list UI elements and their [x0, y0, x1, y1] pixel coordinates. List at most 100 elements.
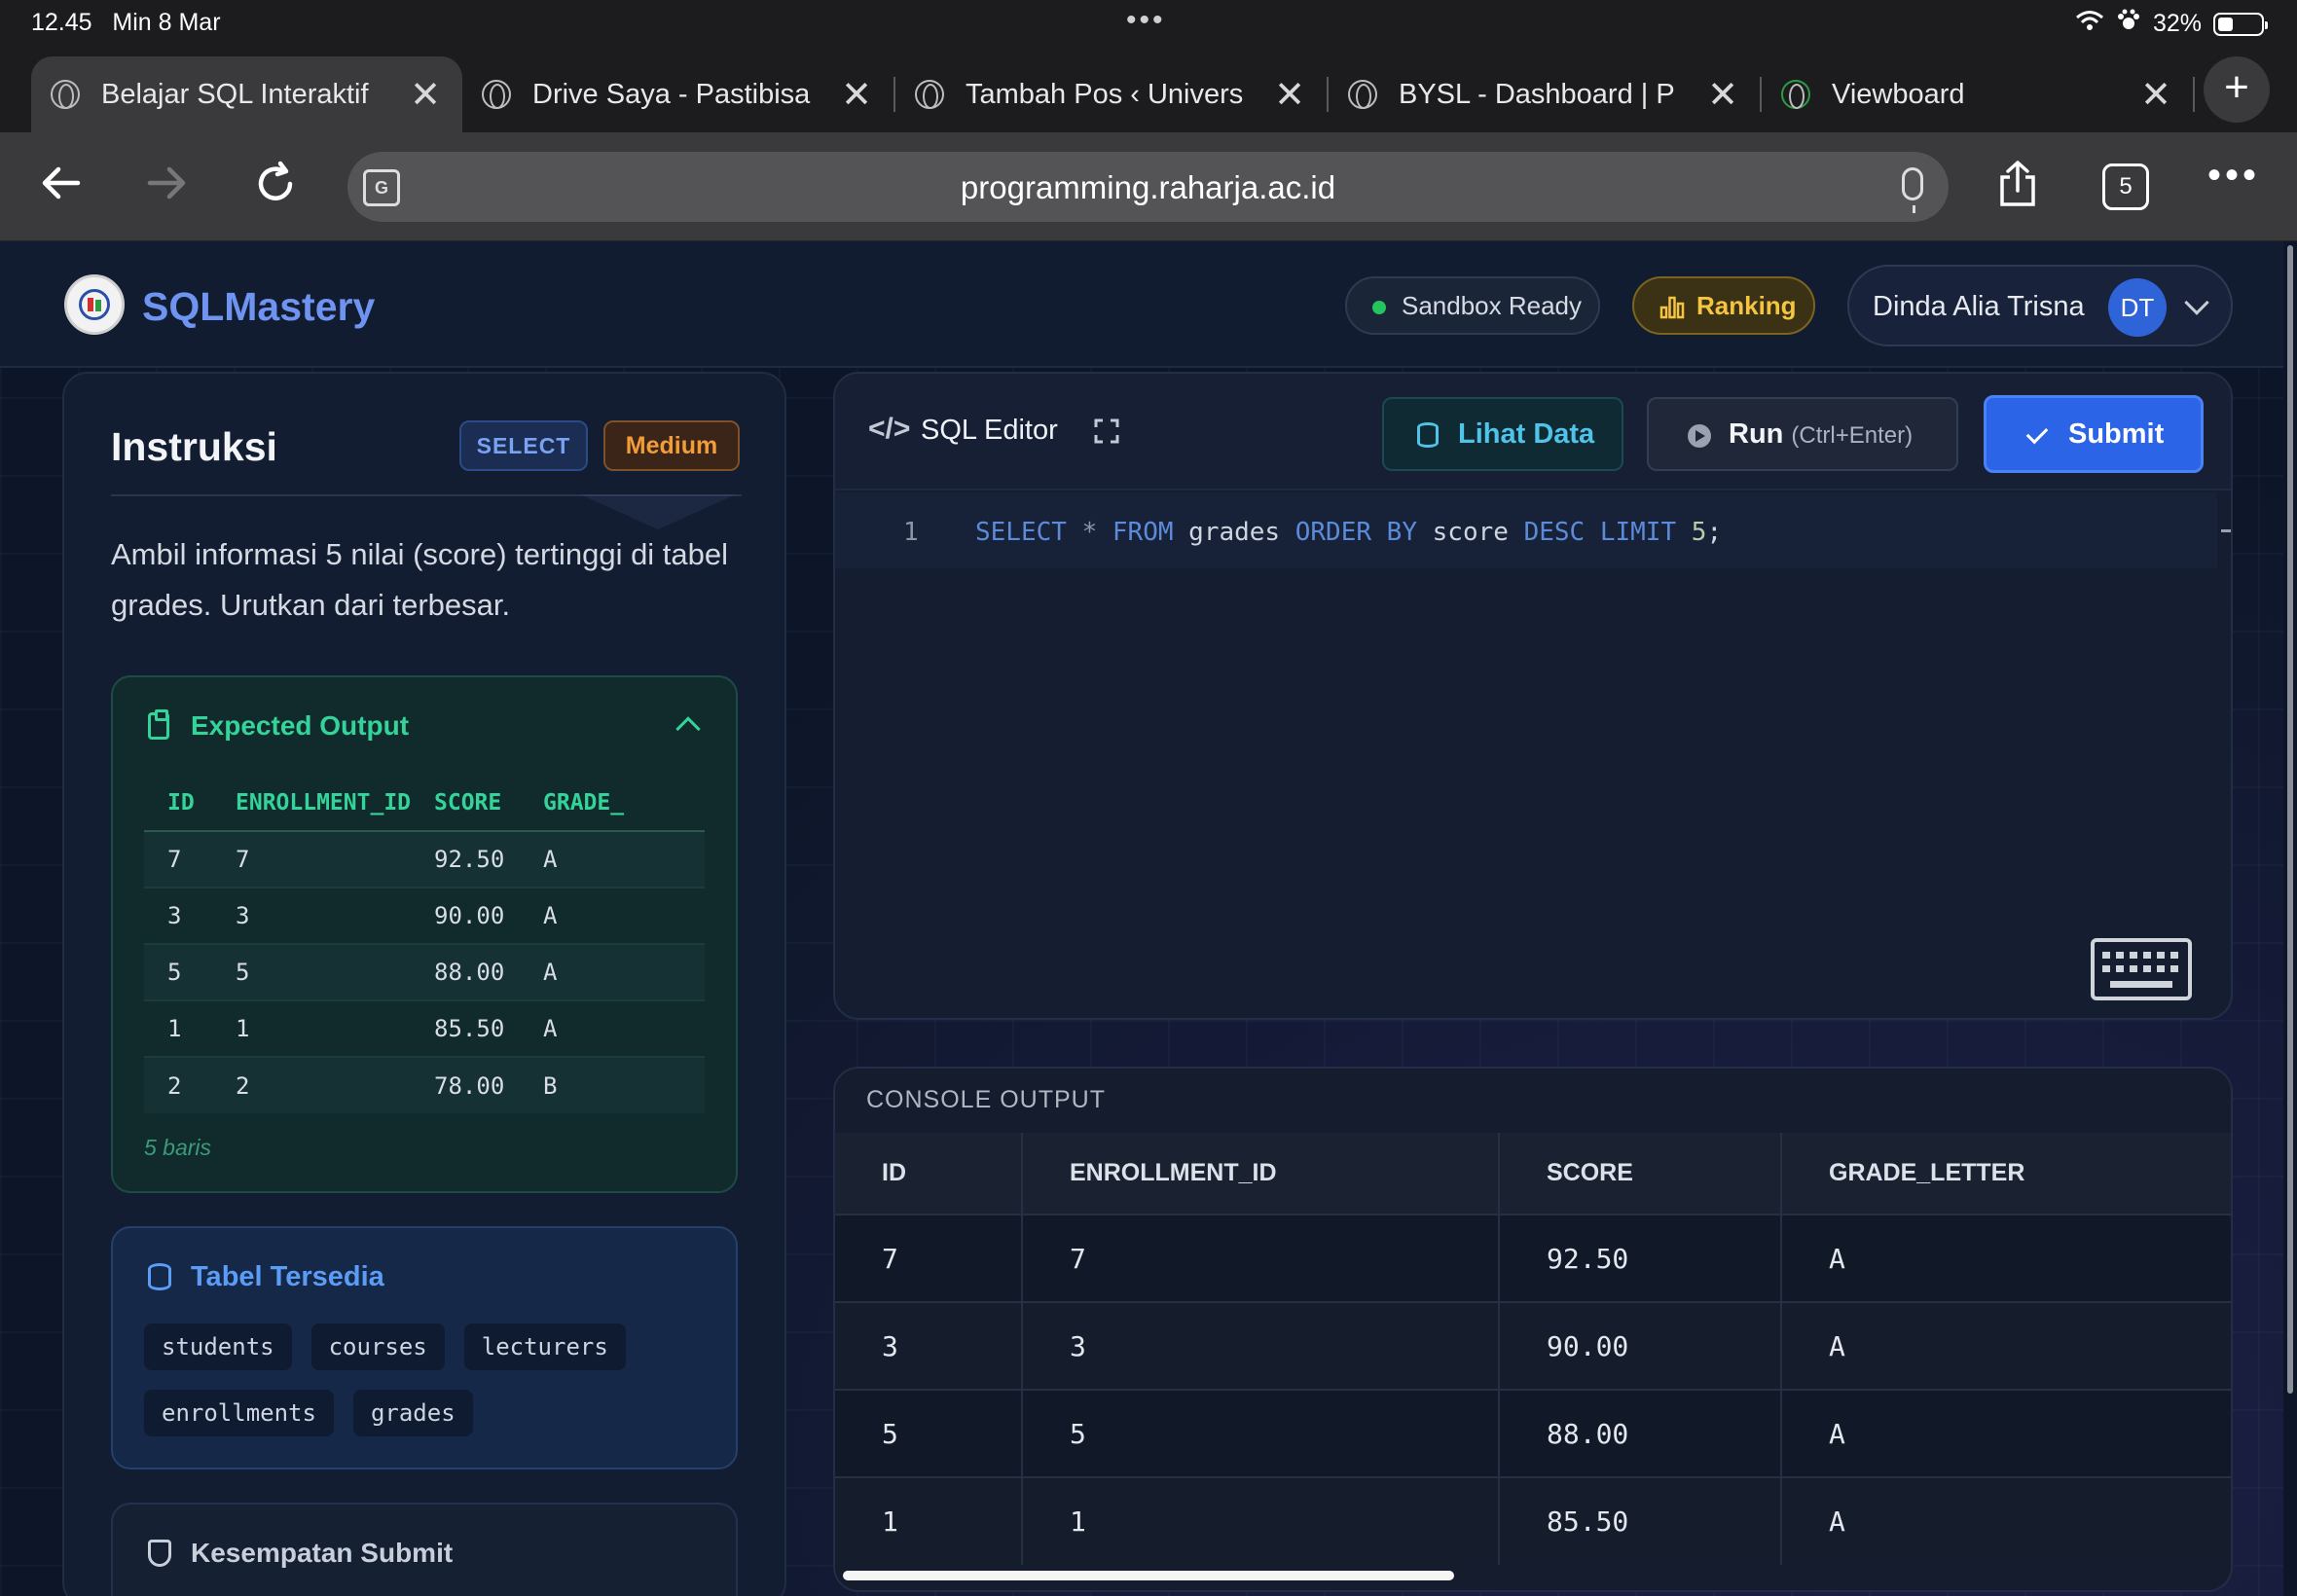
console-title: CONSOLE OUTPUT — [866, 1086, 1106, 1113]
status-dot-icon — [1372, 301, 1386, 314]
wifi-icon — [2075, 10, 2104, 38]
url-text[interactable]: programming.raharja.ac.id — [347, 169, 1949, 206]
table-cell: 92.50 — [1499, 1214, 1782, 1302]
close-tab-icon[interactable]: ✕ — [408, 73, 443, 117]
clipboard-icon — [148, 709, 169, 740]
browser-tab-strip: Belajar SQL Interaktif ✕ Drive Saya - Pa… — [0, 49, 2297, 132]
viewboard-icon — [1781, 80, 1810, 109]
code-icon: </> — [868, 413, 911, 445]
column-header: ID — [144, 775, 212, 832]
expected-output-table: ID ENROLLMENT_ID SCORE GRADE_ 7 7 92.50 … — [144, 775, 705, 1113]
table-cell: 7 — [212, 830, 412, 888]
table-row: 5 5 88.00 A — [144, 943, 705, 1000]
table-row: 3 3 90.00 A — [144, 887, 705, 944]
table-cell: A — [520, 943, 705, 1000]
table-chip-students[interactable]: students — [144, 1324, 292, 1370]
address-bar[interactable]: G programming.raharja.ac.id — [347, 152, 1949, 222]
avatar: DT — [2108, 278, 2167, 337]
browser-tab-1[interactable]: Belajar SQL Interaktif ✕ — [31, 56, 462, 132]
line-number: 1 — [903, 518, 919, 547]
close-tab-icon[interactable]: ✕ — [839, 73, 874, 117]
expected-output-title[interactable]: Expected Output — [191, 710, 409, 742]
table-cell: 3 — [144, 887, 212, 944]
university-logo[interactable] — [64, 274, 125, 335]
available-tables-panel: Tabel Tersedia students courses lecturer… — [111, 1226, 738, 1469]
query-type-badge: SELECT — [459, 420, 588, 471]
chevron-down-icon — [2184, 290, 2209, 315]
table-row: 7 7 92.50 A — [144, 830, 705, 888]
browser-tab-2[interactable]: Drive Saya - Pastibisa ✕ — [462, 56, 893, 132]
table-cell: 88.00 — [411, 943, 521, 1000]
view-data-button[interactable]: Lihat Data — [1382, 397, 1623, 471]
close-tab-icon[interactable]: ✕ — [1272, 73, 1307, 117]
browser-tab-5[interactable]: Viewboard ✕ — [1762, 56, 2193, 132]
table-chip-enrollments[interactable]: enrollments — [144, 1390, 334, 1436]
share-icon[interactable] — [1997, 160, 2038, 206]
column-header: ENROLLMENT_ID — [1022, 1133, 1500, 1215]
page-scrollbar[interactable] — [2283, 241, 2297, 1596]
table-cell: 1 — [835, 1476, 1023, 1565]
more-options-icon[interactable]: ••• — [2207, 154, 2260, 198]
scrollbar-thumb[interactable] — [2287, 245, 2293, 1394]
back-arrow-icon[interactable] — [37, 160, 84, 215]
sql-code[interactable]: SELECT * FROM grades ORDER BY score DESC… — [975, 518, 1722, 547]
table-cell: A — [1781, 1301, 2231, 1390]
tab-title: BYSL - Dashboard | P — [1399, 78, 1675, 110]
browser-tab-4[interactable]: BYSL - Dashboard | P ✕ — [1329, 56, 1760, 132]
column-header: ENROLLMENT_ID — [212, 775, 412, 832]
globe-icon — [51, 80, 80, 109]
date: Min 8 Mar — [112, 9, 221, 36]
globe-icon — [482, 80, 511, 109]
table-cell: 85.50 — [411, 999, 521, 1057]
expand-icon[interactable] — [1094, 418, 1119, 444]
table-chip-lecturers[interactable]: lecturers — [463, 1324, 626, 1370]
editor-scroll-marker — [2221, 529, 2231, 532]
home-indicator[interactable] — [843, 1571, 1454, 1580]
new-tab-plus-icon[interactable]: + — [2204, 56, 2270, 123]
table-cell: 1 — [144, 999, 212, 1057]
close-tab-icon[interactable]: ✕ — [1705, 73, 1740, 117]
code-token: LIMIT — [1599, 518, 1677, 547]
run-label: Run — [1729, 418, 1784, 450]
code-editor-line[interactable]: 1 SELECT * FROM grades ORDER BY score DE… — [835, 492, 2217, 568]
table-cell: 88.00 — [1499, 1389, 1782, 1477]
expected-output-panel: Expected Output ID ENROLLMENT_ID SCORE G… — [111, 675, 738, 1193]
ranking-button[interactable]: Ranking — [1632, 276, 1815, 335]
browser-tab-3[interactable]: Tambah Pos ‹ Univers ✕ — [895, 56, 1327, 132]
table-cell: 3 — [1022, 1301, 1500, 1390]
database-icon — [1417, 422, 1439, 448]
table-chip-grades[interactable]: grades — [352, 1390, 473, 1436]
chevron-up-icon[interactable] — [675, 716, 701, 742]
available-tables-title: Tabel Tersedia — [191, 1261, 384, 1292]
multitasking-dots-icon[interactable]: ••• — [1126, 4, 1166, 37]
shield-icon — [148, 1540, 171, 1567]
forward-arrow-icon[interactable] — [144, 160, 191, 215]
user-menu[interactable]: Dinda Alia Trisna DT — [1847, 265, 2233, 346]
instructions-text: Ambil informasi 5 nilai (score) tertingg… — [111, 537, 729, 622]
code-token: ORDER BY — [1294, 518, 1417, 547]
run-button[interactable]: Run (Ctrl+Enter) — [1647, 397, 1958, 471]
microphone-icon[interactable] — [1902, 167, 1923, 213]
status-time: 12.45 Min 8 Mar — [31, 9, 221, 37]
close-tab-icon[interactable]: ✕ — [2138, 73, 2173, 117]
submit-button[interactable]: Submit — [1984, 395, 2204, 473]
bar-chart-icon — [1659, 296, 1685, 319]
submit-chances-panel: Kesempatan Submit — [111, 1503, 738, 1596]
submit-label: Submit — [2068, 418, 2165, 450]
keyboard-icon[interactable] — [2091, 938, 2192, 1000]
database-icon — [148, 1263, 171, 1290]
reload-icon[interactable] — [251, 160, 300, 217]
university-logo-icon — [915, 80, 944, 109]
brand-name[interactable]: SQLMastery — [142, 284, 375, 330]
code-token: DESC — [1523, 518, 1586, 547]
clock: 12.45 — [31, 9, 92, 36]
tab-overview-button[interactable]: 5 — [2102, 163, 2149, 210]
instructions-panel: Instruksi SELECT Medium Ambil informasi … — [62, 372, 786, 1596]
table-chip-courses[interactable]: courses — [310, 1324, 445, 1370]
table-cell: A — [520, 999, 705, 1057]
table-cell: 5 — [144, 943, 212, 1000]
table-cell: 7 — [835, 1214, 1023, 1302]
